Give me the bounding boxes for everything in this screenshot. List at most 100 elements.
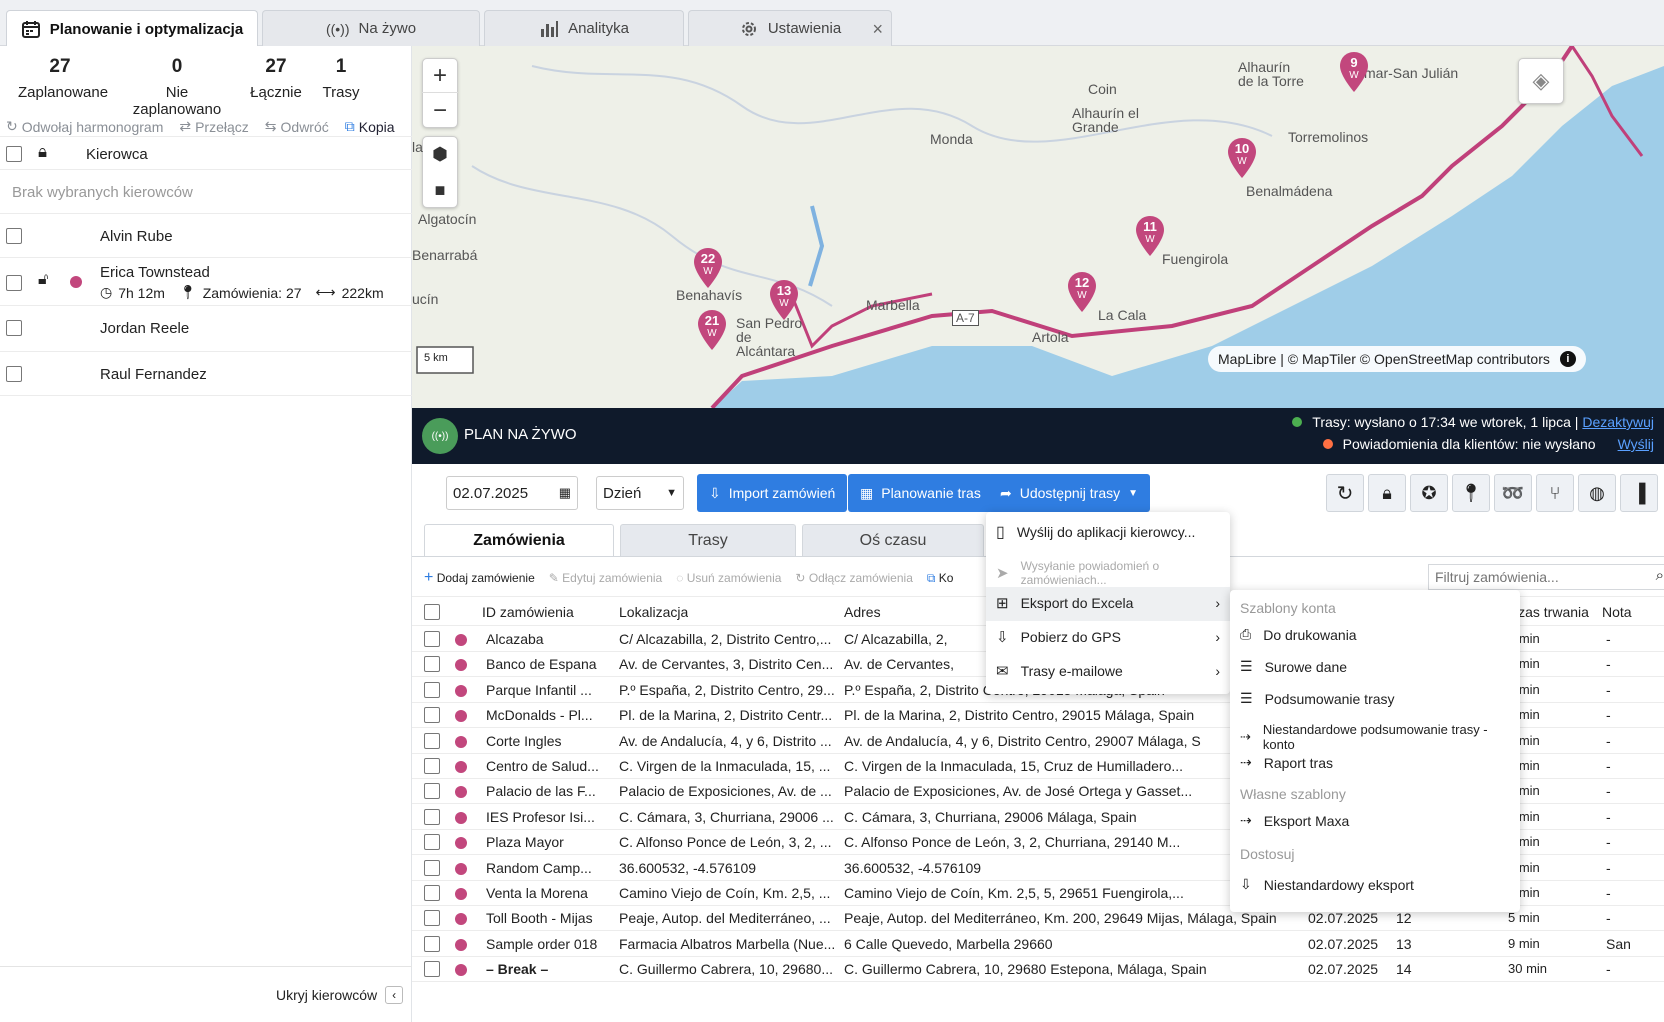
plan-routes-button[interactable]: ▦ Planowanie tras (848, 474, 993, 512)
route-color-dot (455, 964, 467, 977)
import-orders-button[interactable]: ⇩ Import zamówień (697, 474, 848, 512)
zoom-in-button[interactable]: + (422, 58, 458, 93)
column-header-note[interactable]: Nota (1602, 604, 1632, 620)
unschedule-button[interactable]: ↻ Odwołaj harmonogram (6, 118, 163, 135)
download-gps-item[interactable]: ⇩ Pobierz do GPS › (996, 628, 1220, 646)
pin-button[interactable]: 📍︎ (1452, 474, 1490, 512)
map-pin[interactable]: 13 W (770, 280, 798, 320)
row-checkbox[interactable] (424, 935, 440, 952)
email-routes-item[interactable]: ✉ Trasy e-mailowe › (996, 662, 1220, 680)
globe-button[interactable]: ◍ (1578, 474, 1616, 512)
routes-report-item[interactable]: ⇢ Raport tras (1240, 754, 1333, 771)
star-pin-button[interactable]: ✪ (1410, 474, 1448, 512)
row-checkbox[interactable] (424, 910, 440, 927)
row-checkbox[interactable] (424, 961, 440, 978)
add-order-button[interactable]: + Dodaj zamówienie (424, 569, 535, 587)
map-pin[interactable]: 22 W (694, 248, 722, 288)
row-checkbox[interactable] (424, 808, 440, 825)
refresh-button[interactable]: ↻ (1326, 474, 1364, 512)
deactivate-link[interactable]: Dezaktywuj (1582, 414, 1654, 430)
row-checkbox[interactable] (424, 631, 440, 647)
column-header-id[interactable]: ID zamówienia (482, 604, 574, 620)
driver-checkbox[interactable] (6, 228, 22, 244)
row-checkbox[interactable] (424, 656, 440, 673)
driver-checkbox[interactable] (6, 275, 22, 291)
tab-settings[interactable]: Ustawienia × (688, 10, 892, 46)
lock-button[interactable]: 🔒︎ (1368, 474, 1406, 512)
raw-data-item[interactable]: ☰ Surowe dane (1240, 658, 1347, 675)
download-icon: ⇩ (996, 629, 1009, 646)
reverse-button[interactable]: ⇆ Odwróć (265, 118, 329, 135)
toggle-button[interactable]: ⇄ Przełącz (179, 118, 248, 135)
driver-row[interactable]: Raul Fernandez (0, 352, 412, 396)
info-icon[interactable]: i (1559, 351, 1576, 367)
row-checkbox[interactable] (424, 732, 440, 749)
maxa-export-item[interactable]: ⇢ Eksport Maxa (1240, 812, 1349, 829)
driver-row[interactable]: 🔓︎ Erica Townstead ◷ 7h 12m 📍︎ Zamówienia:… (0, 258, 412, 306)
tab-analytics[interactable]: Analityka (484, 10, 684, 46)
printable-item[interactable]: ⎙ Do drukowania (1240, 626, 1357, 643)
driver-row[interactable]: Alvin Rube (0, 214, 412, 258)
custom-route-summary-item[interactable]: ⇢ Niestandardowe podsumowanie trasy - kon… (1240, 722, 1520, 752)
driver-checkbox[interactable] (6, 320, 22, 336)
copy-orders-button[interactable]: ⧉ Ko (927, 571, 954, 586)
lock-icon[interactable]: 🔒︎ (38, 142, 47, 162)
search-icon[interactable]: ⌕ (1656, 567, 1664, 584)
column-header-address[interactable]: Adres (844, 604, 881, 620)
tab-live[interactable]: ((•)) Na żywo (262, 10, 480, 46)
column-header-location[interactable]: Lokalizacja (619, 604, 688, 620)
select-all-orders-checkbox[interactable] (424, 604, 440, 620)
tab-planning[interactable]: Planowanie i optymalizacja (6, 10, 258, 47)
zoom-out-button[interactable]: − (422, 93, 458, 128)
row-checkbox[interactable] (424, 859, 440, 876)
close-icon[interactable]: × (872, 19, 883, 40)
split-route-button[interactable]: ⑂ (1536, 474, 1574, 512)
row-checkbox[interactable] (424, 783, 440, 800)
table-row[interactable]: Sample order 018 Farmacia Albatros Marbe… (412, 931, 1664, 957)
map-pin[interactable]: 11 W (1136, 216, 1164, 256)
tab-orders[interactable]: Zamówienia (424, 524, 614, 556)
period-select[interactable]: Dzień ▼ (596, 476, 684, 510)
filter-orders-field[interactable]: ⌕ (1428, 564, 1664, 590)
send-notifications-item[interactable]: ➤ Wysyłanie powiadomień o zamówieniach... (996, 559, 1230, 587)
row-checkbox[interactable] (424, 707, 440, 724)
polygon-draw-icon[interactable]: ⬢ (432, 136, 448, 172)
map-pin[interactable]: 9 W (1340, 52, 1368, 92)
map-pin[interactable]: 12 W (1068, 272, 1096, 312)
send-link[interactable]: Wyślij (1618, 436, 1654, 452)
table-row[interactable]: – Break – C. Guillermo Cabrera, 10, 2968… (412, 956, 1664, 983)
route-map[interactable]: + − ⬢ ■ ◈ Alhaurín de la Torre Coin Alhaur… (412, 46, 1664, 408)
copy-button[interactable]: ⧉ Kopia (345, 118, 395, 135)
detach-orders-button[interactable]: ↻ Odłącz zamówienia (795, 571, 912, 585)
map-pin[interactable]: 10 W (1228, 138, 1256, 178)
pin-number: 21 (704, 313, 720, 328)
route-button[interactable]: ➿ (1494, 474, 1532, 512)
share-routes-button[interactable]: ➦ Udostępnij trasy ▼ (988, 474, 1151, 512)
custom-export-item[interactable]: ⇩ Niestandardowy eksport (1240, 876, 1414, 893)
select-all-checkbox[interactable] (6, 146, 22, 162)
map-pin[interactable]: 21 W (698, 310, 726, 350)
row-checkbox[interactable] (424, 681, 440, 698)
order-location: Peaje, Autop. del Mediterráneo, ... (619, 910, 831, 927)
hide-drivers-button[interactable]: Ukryj kierowców ‹ (276, 986, 404, 1004)
rectangle-draw-icon[interactable]: ■ (435, 172, 446, 208)
row-checkbox[interactable] (424, 885, 440, 901)
delete-orders-button[interactable]: ◌ Usuń zamówienia (676, 571, 781, 585)
send-to-driver-app-item[interactable]: ▯ Wyślij do aplikacji kierowcy... (996, 522, 1195, 542)
route-summary-item[interactable]: ☰ Podsumowanie trasy (1240, 690, 1395, 707)
panel-toggle-button[interactable]: ▐ (1620, 474, 1658, 512)
driver-row[interactable]: Jordan Reele (0, 306, 412, 352)
date-picker[interactable]: 02.07.2025 ▦ (446, 476, 578, 510)
tab-timeline[interactable]: Oś czasu (802, 524, 984, 556)
tab-routes[interactable]: Trasy (620, 524, 796, 556)
notification-status: Powiadomienia dla klientów: nie wysłano … (1322, 436, 1654, 452)
export-excel-item[interactable]: ⊞ Eksport do Excela › (996, 594, 1220, 612)
edit-orders-button[interactable]: ✎ Edytuj zamówienia (549, 571, 662, 585)
row-checkbox[interactable] (424, 834, 440, 851)
row-checkbox[interactable] (424, 758, 440, 774)
layers-button[interactable]: ◈ (1518, 58, 1564, 104)
filter-orders-input[interactable] (1429, 565, 1629, 589)
lock-open-icon[interactable]: 🔓︎ (38, 271, 48, 289)
column-header-duration[interactable]: Czas trwania (1508, 604, 1589, 620)
driver-checkbox[interactable] (6, 366, 22, 382)
